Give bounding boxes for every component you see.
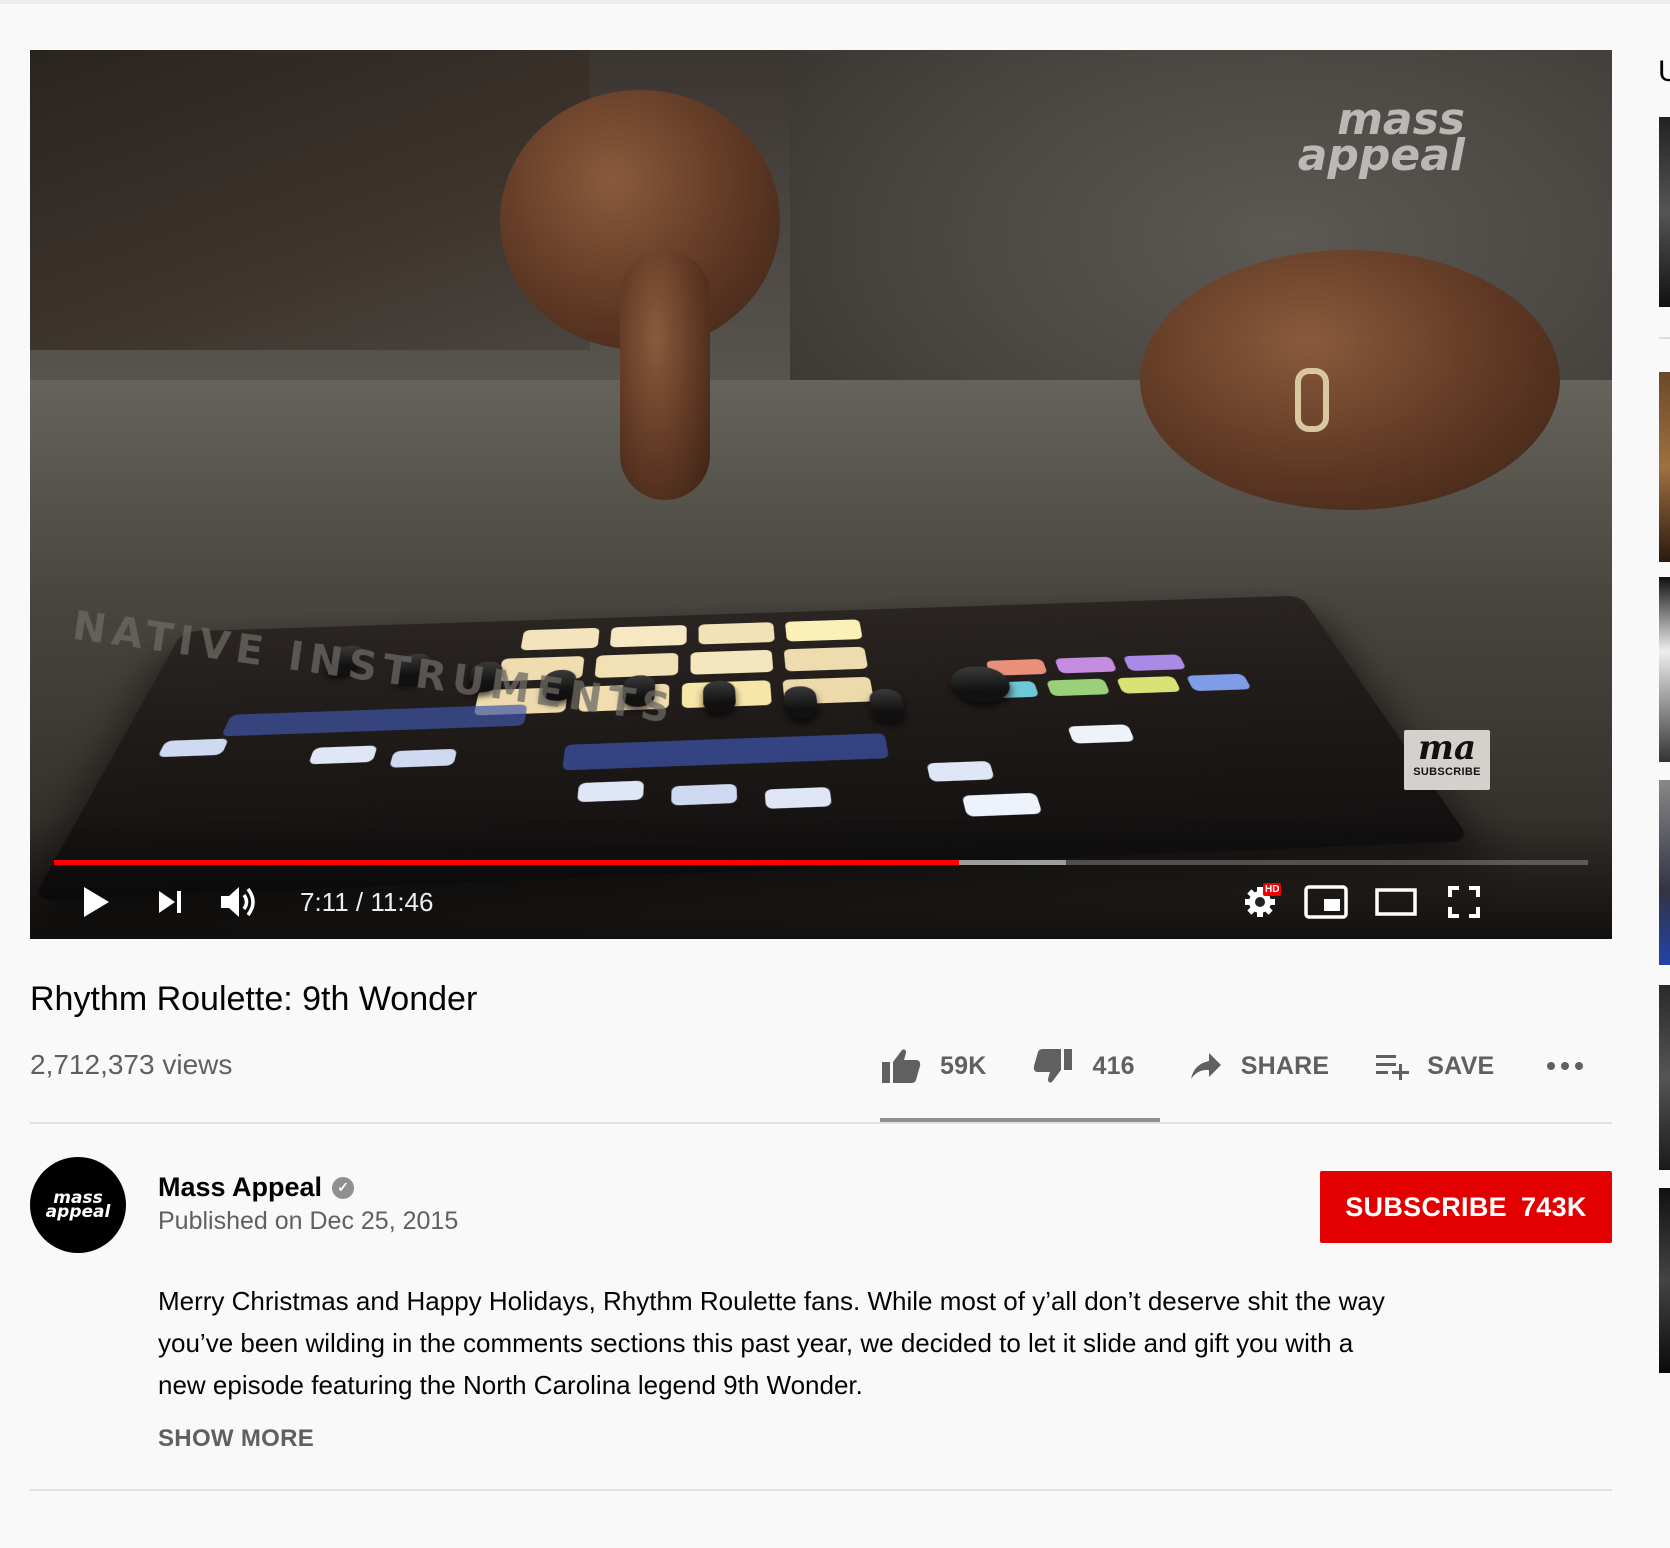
more-actions-button[interactable] — [1546, 1061, 1584, 1071]
channel-name[interactable]: Mass Appeal — [158, 1172, 322, 1203]
play-button[interactable] — [74, 880, 118, 924]
share-button[interactable]: SHARE — [1189, 1051, 1330, 1081]
pad — [520, 628, 599, 651]
pad — [784, 647, 869, 672]
subscribe-watermark[interactable]: ma SUBSCRIBE — [1404, 730, 1490, 790]
button — [765, 787, 832, 809]
thumbs-up-icon — [880, 1047, 922, 1085]
subscribe-button[interactable]: SUBSCRIBE 743K — [1320, 1171, 1612, 1243]
ring — [1295, 368, 1329, 432]
progress-bar[interactable] — [54, 860, 1588, 865]
divider-top — [30, 1122, 1612, 1124]
sidebar-thumbnail[interactable] — [1659, 780, 1670, 965]
color-button — [1116, 676, 1181, 694]
description-text: Merry Christmas and Happy Holidays, Rhyt… — [158, 1280, 1398, 1406]
sidebar-thumbnail[interactable] — [1659, 577, 1670, 762]
time-display: 7:11 / 11:46 — [300, 887, 433, 918]
thumbs-down-icon — [1032, 1047, 1074, 1085]
button — [926, 761, 994, 782]
video-description: Merry Christmas and Happy Holidays, Rhyt… — [158, 1280, 1398, 1406]
video-title: Rhythm Roulette: 9th Wonder — [30, 980, 477, 1019]
fullscreen-button[interactable] — [1440, 880, 1488, 924]
played-bar — [54, 860, 959, 865]
pad — [690, 650, 773, 675]
channel-avatar[interactable]: mass appeal — [30, 1157, 126, 1253]
fullscreen-icon — [1448, 886, 1480, 918]
dislike-count: 416 — [1092, 1052, 1134, 1081]
subscriber-count: 743K — [1521, 1192, 1587, 1223]
screen — [562, 733, 889, 770]
subscribe-label: SUBSCRIBE — [1345, 1192, 1507, 1223]
like-count: 59K — [940, 1052, 986, 1081]
more-icon — [1546, 1061, 1584, 1071]
divider-bottom — [30, 1489, 1612, 1491]
sidebar-thumbnail[interactable] — [1659, 985, 1670, 1170]
video-player[interactable]: NATIVE INSTRUMENTS mass appeal ma SUBSCR… — [30, 50, 1612, 939]
button — [962, 793, 1043, 817]
show-more-button[interactable]: SHOW MORE — [158, 1425, 314, 1453]
miniplayer-icon — [1304, 885, 1348, 919]
verified-icon: ✓ — [332, 1177, 354, 1199]
theater-mode-button[interactable] — [1372, 880, 1420, 924]
color-button — [1054, 657, 1117, 674]
watermark-subscribe-label: SUBSCRIBE — [1404, 766, 1490, 778]
video-actions: 59K 416 SHARE SAVE — [880, 1040, 1584, 1092]
share-icon — [1189, 1051, 1223, 1081]
sidebar-thumbnail[interactable] — [1659, 372, 1670, 562]
save-label: SAVE — [1427, 1052, 1494, 1081]
pad — [610, 625, 687, 647]
next-icon — [156, 888, 184, 916]
volume-icon — [218, 884, 258, 920]
next-button[interactable] — [148, 880, 192, 924]
button — [577, 781, 644, 803]
right-hand — [1140, 250, 1560, 510]
button — [308, 745, 377, 764]
knob — [783, 686, 819, 719]
publish-date: Published on Dec 25, 2015 — [158, 1207, 458, 1236]
video-frame: NATIVE INSTRUMENTS mass appeal ma SUBSCR… — [30, 50, 1612, 939]
volume-button[interactable] — [216, 880, 260, 924]
dislike-button[interactable]: 416 — [1032, 1047, 1134, 1085]
pad — [595, 653, 679, 678]
screen — [221, 704, 527, 736]
knob — [703, 680, 736, 713]
theater-icon — [1375, 888, 1417, 916]
watermark-logo: ma — [1404, 730, 1490, 766]
channel-name-row[interactable]: Mass Appeal ✓ — [158, 1172, 354, 1203]
color-button — [1186, 674, 1252, 691]
pad — [785, 619, 863, 641]
finger — [620, 250, 710, 500]
sidebar-thumbnail[interactable] — [1659, 117, 1670, 307]
view-count: 2,712,373 views — [30, 1049, 232, 1081]
playlist-add-icon — [1375, 1052, 1411, 1080]
knob — [868, 688, 907, 722]
sidebar-heading: U — [1658, 55, 1670, 89]
button — [157, 739, 229, 758]
share-label: SHARE — [1241, 1052, 1330, 1081]
settings-button[interactable]: HD — [1238, 880, 1282, 924]
sidebar-separator — [1659, 337, 1670, 339]
sidebar-thumbnail[interactable] — [1659, 1188, 1670, 1373]
miniplayer-button[interactable] — [1302, 880, 1350, 924]
hd-badge: HD — [1263, 883, 1281, 896]
button — [671, 784, 737, 806]
button — [389, 749, 457, 768]
color-button — [1046, 679, 1110, 697]
top-strip — [0, 0, 1670, 4]
channel-watermark: mass appeal — [1225, 102, 1465, 174]
button — [1067, 724, 1135, 743]
color-button — [1123, 654, 1187, 671]
like-button[interactable]: 59K — [880, 1047, 986, 1085]
play-icon — [81, 885, 111, 919]
save-button[interactable]: SAVE — [1375, 1052, 1494, 1081]
pad — [699, 622, 775, 644]
